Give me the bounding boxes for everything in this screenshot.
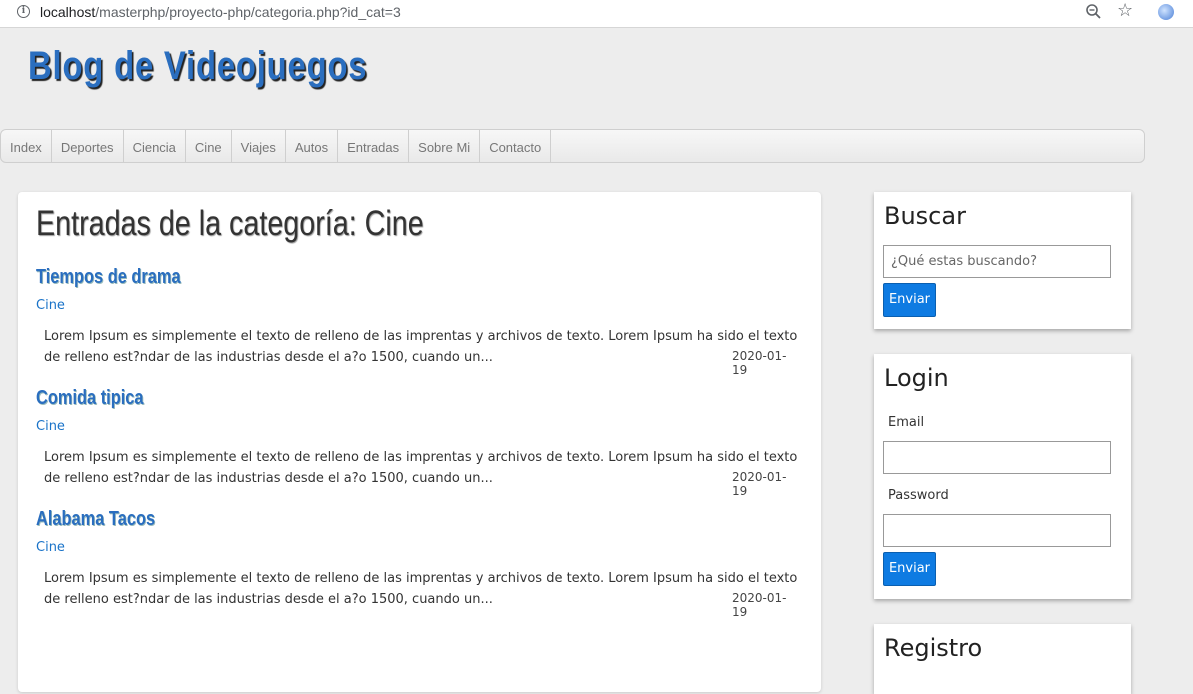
entry-title[interactable]: Tiempos de drama xyxy=(36,266,659,289)
search-input[interactable] xyxy=(883,245,1111,278)
nav-item-ciencia[interactable]: Ciencia xyxy=(124,130,186,162)
entry-category[interactable]: Cine xyxy=(36,419,65,434)
email-field[interactable] xyxy=(883,441,1111,474)
login-submit-button[interactable]: Enviar xyxy=(883,552,936,586)
entry-description: Lorem Ipsum es simplemente el texto de r… xyxy=(44,571,798,607)
nav-item-cine[interactable]: Cine xyxy=(186,130,232,162)
entry-description: Lorem Ipsum es simplemente el texto de r… xyxy=(44,329,798,365)
nav-item-entradas[interactable]: Entradas xyxy=(338,130,410,162)
entry-item: Alabama Tacos Cine Lorem Ipsum es simple… xyxy=(36,508,797,619)
site-title[interactable]: Blog de Videojuegos xyxy=(28,44,367,89)
nav-item-sobre-mi[interactable]: Sobre Mi xyxy=(409,130,481,162)
password-field[interactable] xyxy=(883,514,1111,547)
page-title: Entradas de la categoría: Cine xyxy=(36,204,424,243)
url-path: /masterphp/proyecto-php/categoria.php?id… xyxy=(95,4,401,20)
entry-item: Comida tipica Cine Lorem Ipsum es simple… xyxy=(36,387,797,498)
main-nav: Index Deportes Ciencia Cine Viajes Autos… xyxy=(0,129,1145,163)
main-content: Entradas de la categoría: Cine Tiempos d… xyxy=(18,192,821,692)
register-box: Registro xyxy=(874,624,1131,694)
entry-category[interactable]: Cine xyxy=(36,298,65,313)
nav-item-contacto[interactable]: Contacto xyxy=(480,130,552,162)
nav-item-deportes[interactable]: Deportes xyxy=(52,130,124,162)
info-icon[interactable]: i xyxy=(17,5,30,18)
zoom-icon[interactable] xyxy=(1085,3,1103,21)
search-box: Buscar Enviar xyxy=(874,192,1131,329)
browser-address-bar: i localhost/masterphp/proyecto-php/categ… xyxy=(0,0,1193,28)
register-title: Registro xyxy=(884,634,983,662)
entry-title[interactable]: Alabama Tacos xyxy=(36,508,659,531)
email-label: Email xyxy=(888,415,925,430)
search-submit-button[interactable]: Enviar xyxy=(883,283,936,317)
entry-item: Tiempos de drama Cine Lorem Ipsum es sim… xyxy=(36,266,797,377)
url-host: localhost xyxy=(40,4,96,20)
url-field[interactable]: localhost/masterphp/proyecto-php/categor… xyxy=(40,4,401,20)
password-label: Password xyxy=(888,488,949,503)
entry-date: 2020-01-19 xyxy=(732,591,787,619)
nav-item-autos[interactable]: Autos xyxy=(286,130,339,162)
entry-date: 2020-01-19 xyxy=(732,470,787,498)
login-box: Login Email Password Enviar xyxy=(874,354,1131,599)
star-icon[interactable]: ☆ xyxy=(1117,1,1133,21)
nav-item-index[interactable]: Index xyxy=(1,130,52,162)
entry-title[interactable]: Comida tipica xyxy=(36,387,659,410)
entry-description: Lorem Ipsum es simplemente el texto de r… xyxy=(44,450,798,486)
nav-item-viajes[interactable]: Viajes xyxy=(232,130,286,162)
entry-category[interactable]: Cine xyxy=(36,540,65,555)
extension-icon[interactable] xyxy=(1158,4,1174,20)
search-title: Buscar xyxy=(884,202,966,230)
entry-date: 2020-01-19 xyxy=(732,349,787,377)
login-title: Login xyxy=(884,364,949,392)
